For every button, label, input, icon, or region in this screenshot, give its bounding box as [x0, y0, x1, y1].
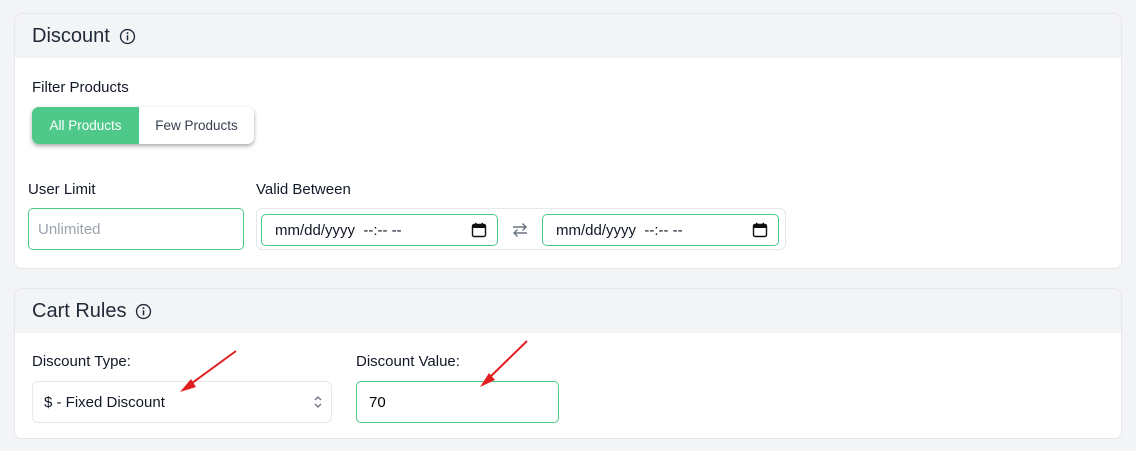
discount-type-value: $ - Fixed Discount	[44, 393, 165, 411]
swap-arrows-icon	[513, 223, 527, 237]
discount-header: Discount	[15, 14, 1121, 58]
start-date-value: mm/dd/yyyy --:-- --	[275, 221, 402, 239]
discount-type-label: Discount Type:	[32, 353, 131, 370]
valid-between-label: Valid Between	[256, 181, 351, 198]
all-products-button[interactable]: All Products	[32, 107, 139, 144]
few-products-button[interactable]: Few Products	[139, 107, 254, 144]
chevron-up-down-icon	[314, 396, 322, 408]
info-icon[interactable]	[135, 303, 152, 320]
end-date-input[interactable]: mm/dd/yyyy --:-- --	[542, 214, 779, 246]
info-icon[interactable]	[119, 28, 136, 45]
discount-type-select[interactable]: $ - Fixed Discount	[32, 381, 332, 423]
filter-products-toggle: All Products Few Products	[32, 107, 254, 144]
discount-value-input[interactable]	[356, 381, 559, 423]
cart-rules-card: Cart Rules Discount Type: $ - Fixed Disc…	[14, 288, 1122, 439]
discount-card: Discount Filter Products All Products Fe…	[14, 13, 1122, 269]
start-date-input[interactable]: mm/dd/yyyy --:-- --	[261, 214, 498, 246]
user-limit-input[interactable]	[28, 208, 244, 250]
calendar-icon[interactable]	[752, 222, 768, 238]
discount-title: Discount	[32, 24, 110, 47]
filter-products-label: Filter Products	[32, 79, 129, 96]
cart-rules-header: Cart Rules	[15, 289, 1121, 333]
calendar-icon[interactable]	[471, 222, 487, 238]
discount-value-label: Discount Value:	[356, 353, 460, 370]
user-limit-label: User Limit	[28, 181, 96, 198]
valid-between-range: mm/dd/yyyy --:-- -- mm/dd/yyyy --:-- --	[256, 208, 786, 250]
cart-rules-title: Cart Rules	[32, 299, 127, 322]
end-date-value: mm/dd/yyyy --:-- --	[556, 221, 683, 239]
